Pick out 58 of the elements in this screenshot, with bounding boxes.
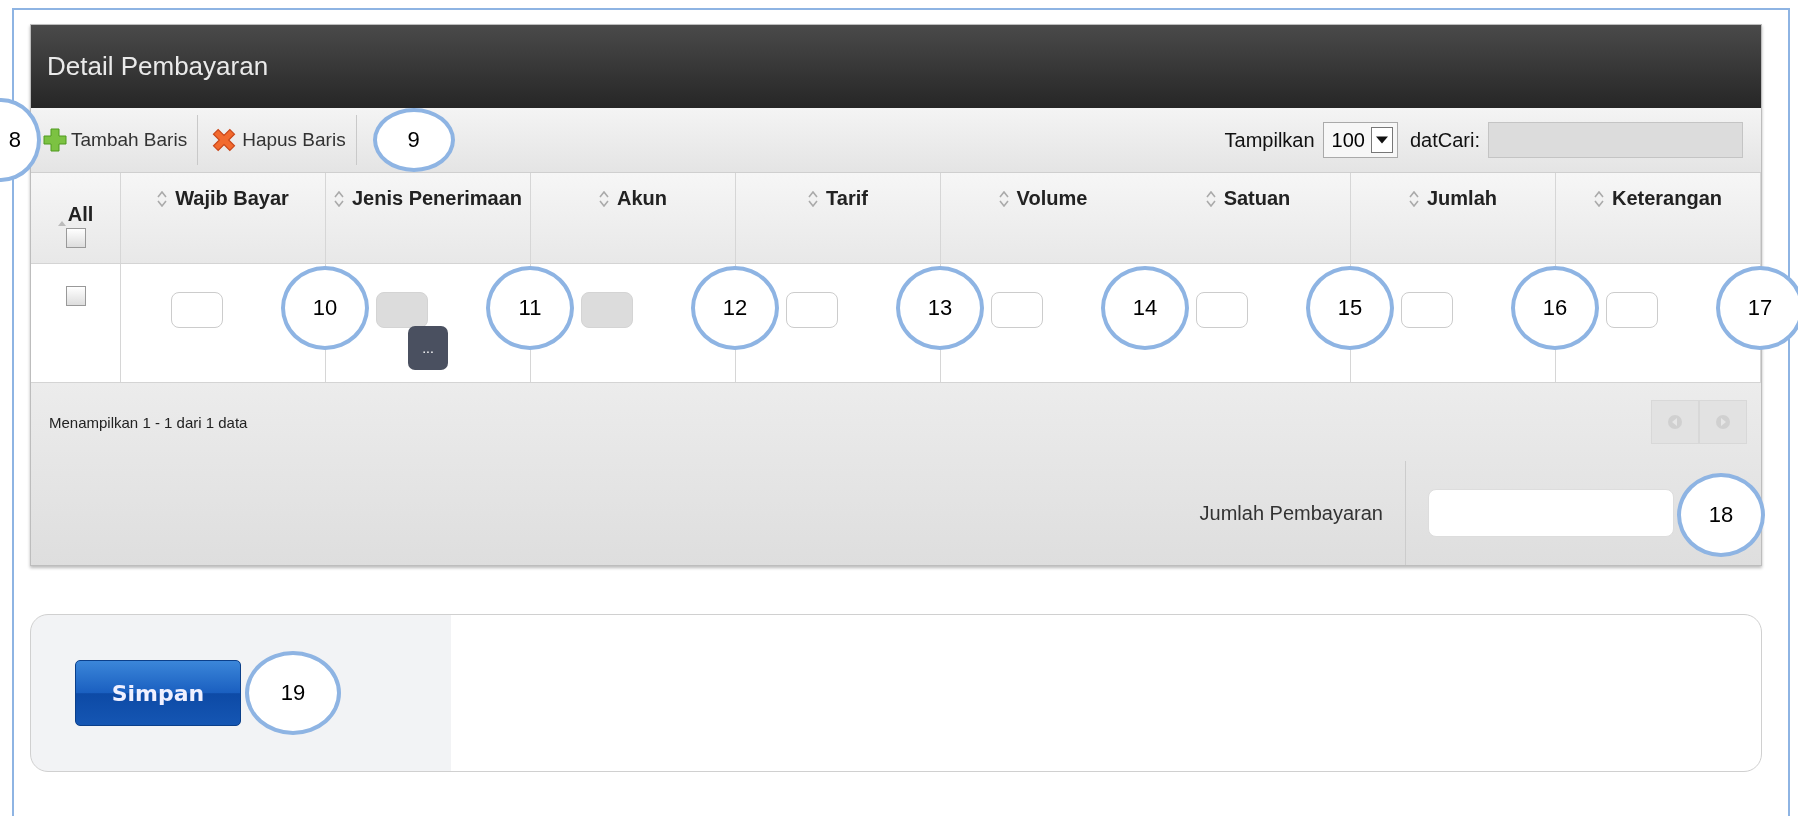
callout-marker: 8	[0, 98, 41, 182]
caret-icon	[1370, 127, 1393, 153]
column-header[interactable]: Satuan	[1146, 173, 1351, 263]
select-all-label: All	[67, 202, 94, 226]
callout-marker: 19	[245, 651, 341, 735]
row-checkbox[interactable]	[65, 286, 86, 306]
total-label: Jumlah Pembayaran	[1199, 501, 1383, 525]
search-field[interactable]	[1488, 122, 1743, 158]
plus-icon	[43, 128, 67, 152]
input-field[interactable]	[1606, 292, 1658, 328]
toolbar-button[interactable]: Tambah Baris	[43, 112, 198, 168]
input-field[interactable]	[171, 292, 223, 328]
sort-icon	[808, 191, 819, 207]
callout-marker: 10	[281, 266, 369, 350]
next-page-button[interactable]	[1699, 400, 1747, 444]
sort-icon	[157, 191, 168, 207]
callout-marker: 15	[1306, 266, 1394, 350]
sort-icon	[998, 191, 1009, 207]
input-field[interactable]	[991, 292, 1043, 328]
select-all-checkbox[interactable]	[65, 227, 86, 248]
input-field[interactable]	[376, 292, 428, 328]
callout-marker: 16	[1511, 266, 1599, 350]
previous-page-button[interactable]	[1651, 400, 1699, 444]
sort-icon	[1205, 191, 1216, 207]
callout-marker: 13	[896, 266, 984, 350]
record-count: Menampilkan 1 - 1 dari 1 data	[49, 413, 248, 431]
sort-icon	[1594, 191, 1604, 207]
lookup-button[interactable]: ...	[408, 326, 448, 370]
column-header[interactable]: Wajib Bayar	[121, 173, 326, 263]
column-header[interactable]: Jumlah	[1351, 173, 1556, 263]
callout-marker: 11	[486, 266, 574, 350]
input-field[interactable]	[1196, 292, 1248, 328]
callout-marker: 12	[691, 266, 779, 350]
page-size-select[interactable]: 100	[1322, 122, 1398, 158]
input-field[interactable]	[581, 292, 633, 328]
save-button[interactable]: Simpan	[75, 660, 241, 726]
panel-title: Detail Pembayaran	[47, 51, 269, 82]
show-label: Tampilkan	[1224, 128, 1315, 152]
search-label: Cari:	[1437, 128, 1480, 152]
callout-marker: 9	[372, 108, 455, 172]
sort-icon	[57, 220, 66, 226]
input-field[interactable]	[1401, 292, 1453, 328]
column-header[interactable]: Volume	[941, 173, 1146, 263]
callout-marker: 17	[1716, 266, 1798, 350]
input-field[interactable]	[786, 292, 838, 328]
sort-icon	[333, 191, 344, 207]
total-field[interactable]	[1428, 489, 1674, 537]
callout-marker: 14	[1101, 266, 1189, 350]
sort-icon	[599, 191, 609, 207]
show-suffix: dat	[1409, 128, 1438, 152]
column-header[interactable]: Jenis Penerimaan	[326, 173, 531, 263]
column-header[interactable]: Tarif	[736, 173, 941, 263]
column-header[interactable]: All	[31, 173, 121, 263]
sort-icon	[1409, 191, 1419, 207]
callout-marker: 18	[1677, 473, 1765, 557]
column-header[interactable]: Keterangan	[1556, 173, 1761, 263]
column-header[interactable]: Akun	[531, 173, 736, 263]
toolbar-button[interactable]: Hapus Baris	[210, 112, 356, 168]
